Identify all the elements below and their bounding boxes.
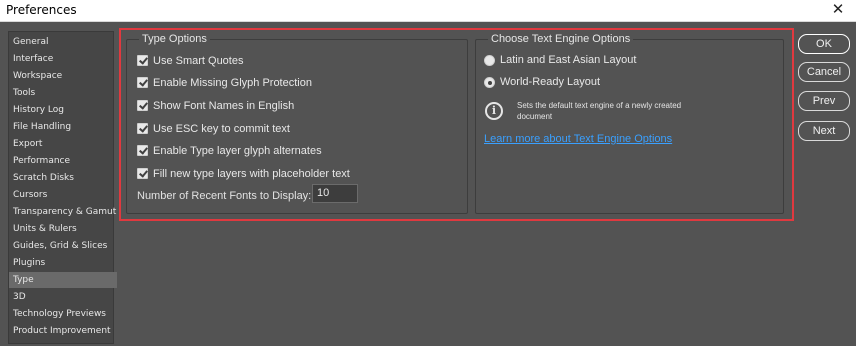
checkbox-label: Fill new type layers with placeholder te… <box>153 168 350 180</box>
radio-label: World-Ready Layout <box>500 76 601 88</box>
ok-button[interactable]: OK <box>798 34 850 54</box>
window-title: Preferences <box>6 3 77 17</box>
text-engine-group: Choose Text Engine Options Latin and Eas… <box>475 32 784 214</box>
close-icon[interactable]: ✕ <box>830 1 846 19</box>
type-options-title: Type Options <box>139 32 210 46</box>
next-button[interactable]: Next <box>798 121 850 141</box>
sidebar-item-3d[interactable]: 3D <box>9 289 117 305</box>
sidebar-item-plugins[interactable]: Plugins <box>9 255 117 271</box>
prev-button[interactable]: Prev <box>798 91 850 111</box>
sidebar-item-cursors[interactable]: Cursors <box>9 187 117 203</box>
sidebar-item-tools[interactable]: Tools <box>9 85 117 101</box>
sidebar-item-performance[interactable]: Performance <box>9 153 117 169</box>
sidebar-item-general[interactable]: General <box>9 34 117 50</box>
info-text: Sets the default text engine of a newly … <box>517 101 682 121</box>
info-icon: i <box>485 102 503 120</box>
sidebar-item-units-rulers[interactable]: Units & Rulers <box>9 221 117 237</box>
highlighted-settings-area: Type Options Use Smart Quotes Enable Mis… <box>119 28 794 221</box>
checkbox-checked-icon[interactable] <box>137 55 148 66</box>
sidebar-item-transparency-gamut[interactable]: Transparency & Gamut <box>9 204 117 220</box>
radio-label: Latin and East Asian Layout <box>500 54 637 66</box>
checkbox-label: Enable Missing Glyph Protection <box>153 77 312 89</box>
checkbox-checked-icon[interactable] <box>137 100 148 111</box>
checkbox-checked-icon[interactable] <box>137 145 148 156</box>
sidebar-item-type[interactable]: Type <box>9 272 117 288</box>
learn-more-link[interactable]: Learn more about Text Engine Options <box>484 133 672 145</box>
sidebar-item-interface[interactable]: Interface <box>9 51 117 67</box>
sidebar-item-product-improvement[interactable]: Product Improvement <box>9 323 117 339</box>
sidebar-item-export[interactable]: Export <box>9 136 117 152</box>
sidebar-item-workspace[interactable]: Workspace <box>9 68 117 84</box>
preferences-sidebar: General Interface Workspace Tools Histor… <box>8 31 117 344</box>
sidebar-item-file-handling[interactable]: File Handling <box>9 119 117 135</box>
cancel-button[interactable]: Cancel <box>798 62 850 82</box>
checkbox-checked-icon[interactable] <box>137 77 148 88</box>
checkbox-label: Enable Type layer glyph alternates <box>153 145 322 157</box>
checkbox-checked-icon[interactable] <box>137 168 148 179</box>
radio-unselected-icon[interactable] <box>484 55 495 66</box>
sidebar-item-history-log[interactable]: History Log <box>9 102 117 118</box>
sidebar-item-technology-previews[interactable]: Technology Previews <box>9 306 117 322</box>
recent-fonts-input[interactable]: 10 <box>312 184 358 203</box>
checkbox-label: Use Smart Quotes <box>153 55 244 67</box>
radio-selected-icon[interactable] <box>484 77 495 88</box>
recent-fonts-label: Number of Recent Fonts to Display: <box>137 190 312 202</box>
checkbox-checked-icon[interactable] <box>137 123 148 134</box>
text-engine-title: Choose Text Engine Options <box>488 32 634 46</box>
type-options-group: Type Options Use Smart Quotes Enable Mis… <box>126 32 468 214</box>
checkbox-label: Show Font Names in English <box>153 100 295 112</box>
sidebar-item-scratch-disks[interactable]: Scratch Disks <box>9 170 117 186</box>
title-bar: Preferences ✕ <box>0 0 856 22</box>
sidebar-item-guides-grid-slices[interactable]: Guides, Grid & Slices <box>9 238 117 254</box>
checkbox-label: Use ESC key to commit text <box>153 123 290 135</box>
